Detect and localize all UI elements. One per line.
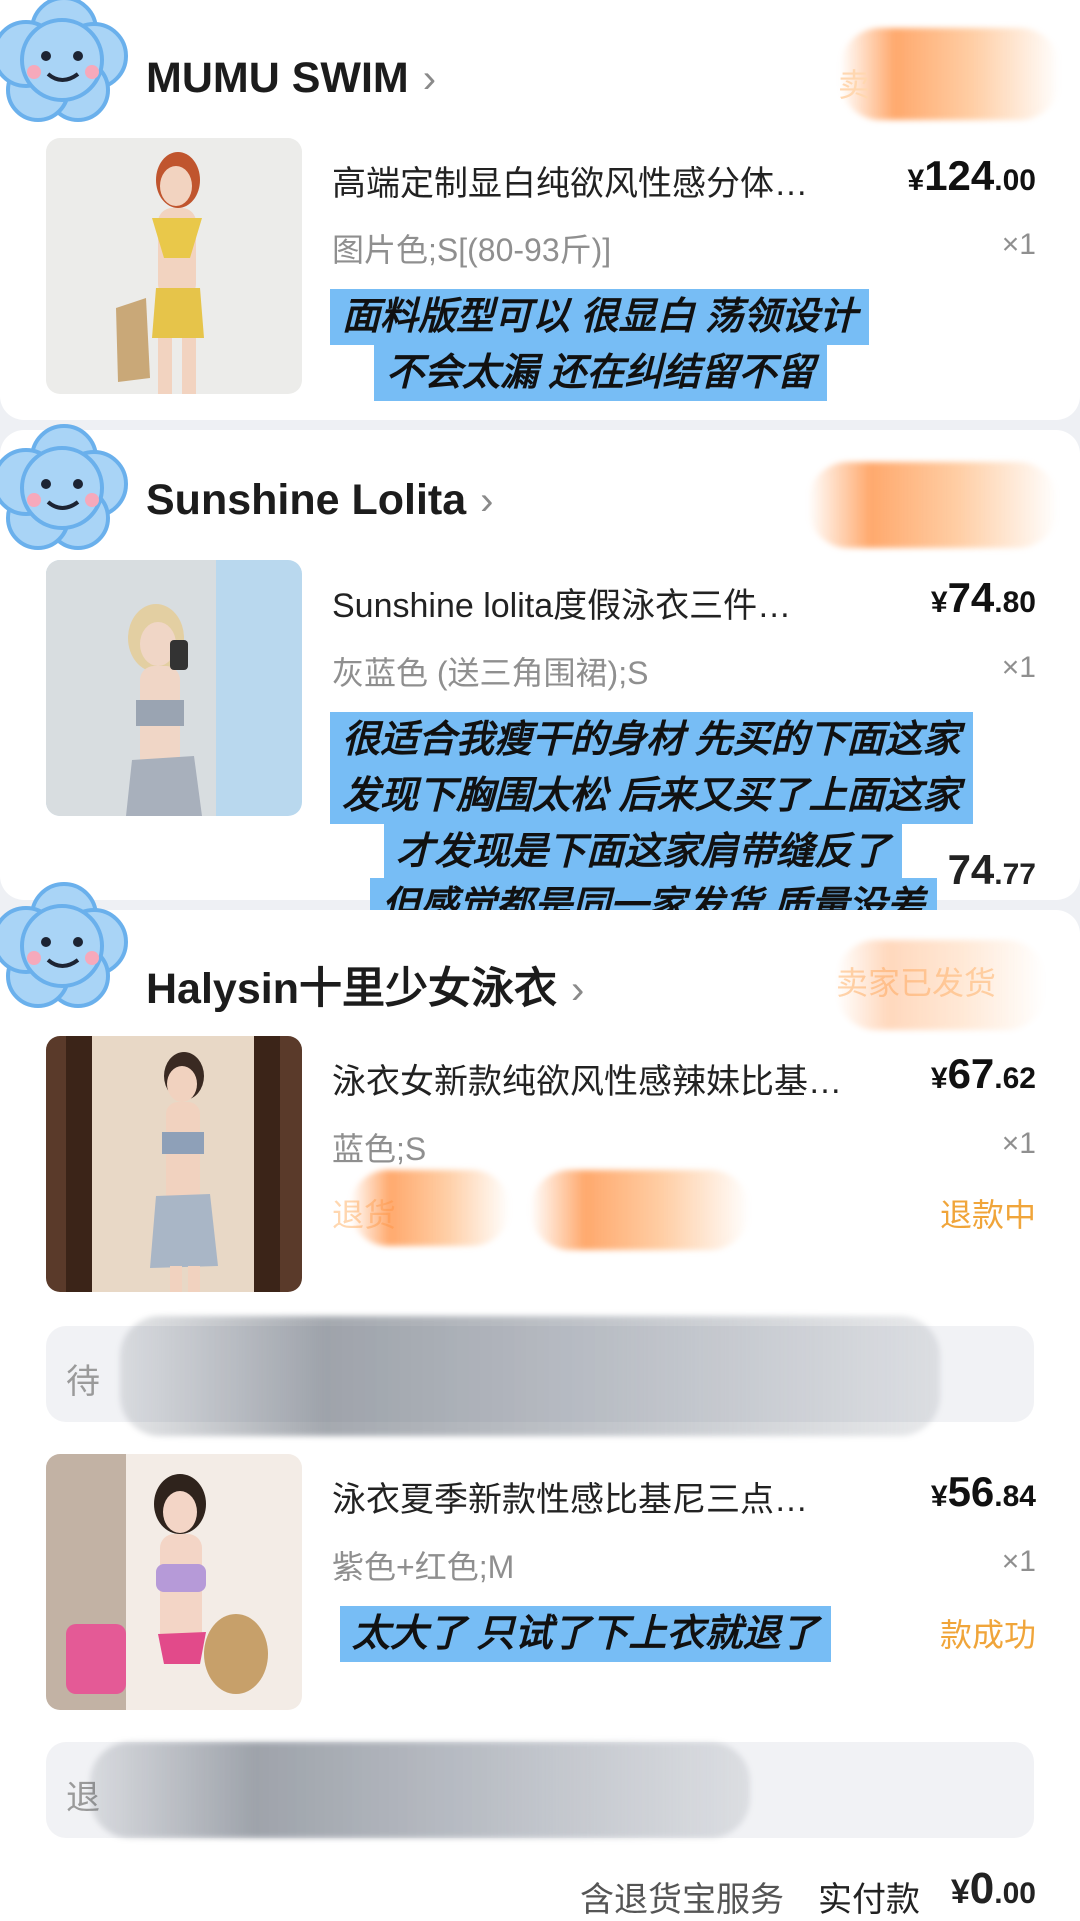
product-title[interactable]: 泳衣女新款纯欲风性感辣妹比基… [332, 1054, 902, 1103]
scribble-redaction [808, 462, 1058, 548]
product-thumbnail[interactable] [46, 1454, 302, 1710]
order-paid-amount: 74.77 [947, 846, 1036, 893]
product-variant: 紫色+红色;M [332, 1549, 515, 1585]
product-quantity: ×1 [1001, 1127, 1036, 1160]
cloud-sticker-icon [0, 424, 128, 550]
pill-label: 待 [66, 1363, 100, 1401]
product-price: ¥124.00 [907, 152, 1036, 199]
product-quantity: ×1 [1001, 228, 1036, 261]
product-thumbnail[interactable] [46, 560, 302, 816]
scribble-redaction [90, 1742, 750, 1838]
return-service-label: 含退货宝服务 [580, 1881, 784, 1919]
annotation-caption: 面料版型可以 很显白 荡领设计 [330, 289, 870, 345]
paid-total: ¥0.00 [950, 1864, 1036, 1913]
product-title[interactable]: 泳衣夏季新款性感比基尼三点… [332, 1472, 872, 1521]
product-price: ¥67.62 [930, 1050, 1036, 1097]
store-name[interactable]: MUMU SWIM › [146, 54, 436, 103]
chevron-right-icon: › [422, 57, 437, 101]
scribble-redaction [120, 1316, 940, 1436]
product-quantity: ×1 [1001, 651, 1036, 684]
product-price: ¥74.80 [930, 574, 1036, 621]
scribble-redaction [350, 1170, 510, 1246]
refund-status[interactable]: 款成功 [940, 1610, 1036, 1656]
scribble-redaction [836, 940, 1046, 1030]
product-variant: 灰蓝色 (送三角围裙);S [332, 655, 649, 691]
product-variant: 图片色;S[(80-93斤)] [332, 232, 612, 268]
annotation-caption: 才发现是下面这家肩带缝反了 [384, 824, 903, 880]
store-name[interactable]: Halysin十里少女泳衣 › [146, 954, 584, 1016]
chevron-right-icon: › [480, 479, 494, 523]
refund-status[interactable]: 退款中 [940, 1190, 1036, 1236]
product-thumbnail[interactable] [46, 1036, 302, 1292]
product-title[interactable]: 高端定制显白纯欲风性感分体… [332, 156, 882, 205]
product-price: ¥56.84 [930, 1468, 1036, 1515]
annotation-caption: 不会太漏 还在纠结留不留 [374, 345, 827, 401]
cloud-sticker-icon [0, 882, 128, 1008]
store-name[interactable]: Sunshine Lolita › [146, 476, 493, 525]
order-status-redacted: 卖 [838, 67, 871, 103]
product-title[interactable]: Sunshine lolita度假泳衣三件… [332, 578, 872, 627]
annotation-caption: 太大了 只试了下上衣就退了 [340, 1606, 831, 1662]
annotation-caption: 很适合我瘦干的身材 先买的下面这家 [330, 712, 973, 768]
product-thumbnail[interactable] [46, 138, 302, 394]
scribble-redaction [530, 1170, 750, 1250]
product-quantity: ×1 [1001, 1545, 1036, 1578]
paid-label: 实付款 [818, 1881, 920, 1919]
scribble-redaction [840, 28, 1060, 120]
annotation-caption: 发现下胸围太松 后来又买了上面这家 [330, 768, 973, 824]
cloud-sticker-icon [0, 0, 128, 122]
store-name-label: MUMU SWIM [146, 54, 409, 102]
store-name-label: Sunshine Lolita [146, 476, 467, 524]
store-name-label: Halysin十里少女泳衣 [146, 965, 557, 1013]
product-variant: 蓝色;S [332, 1131, 427, 1167]
chevron-right-icon: › [570, 968, 585, 1012]
